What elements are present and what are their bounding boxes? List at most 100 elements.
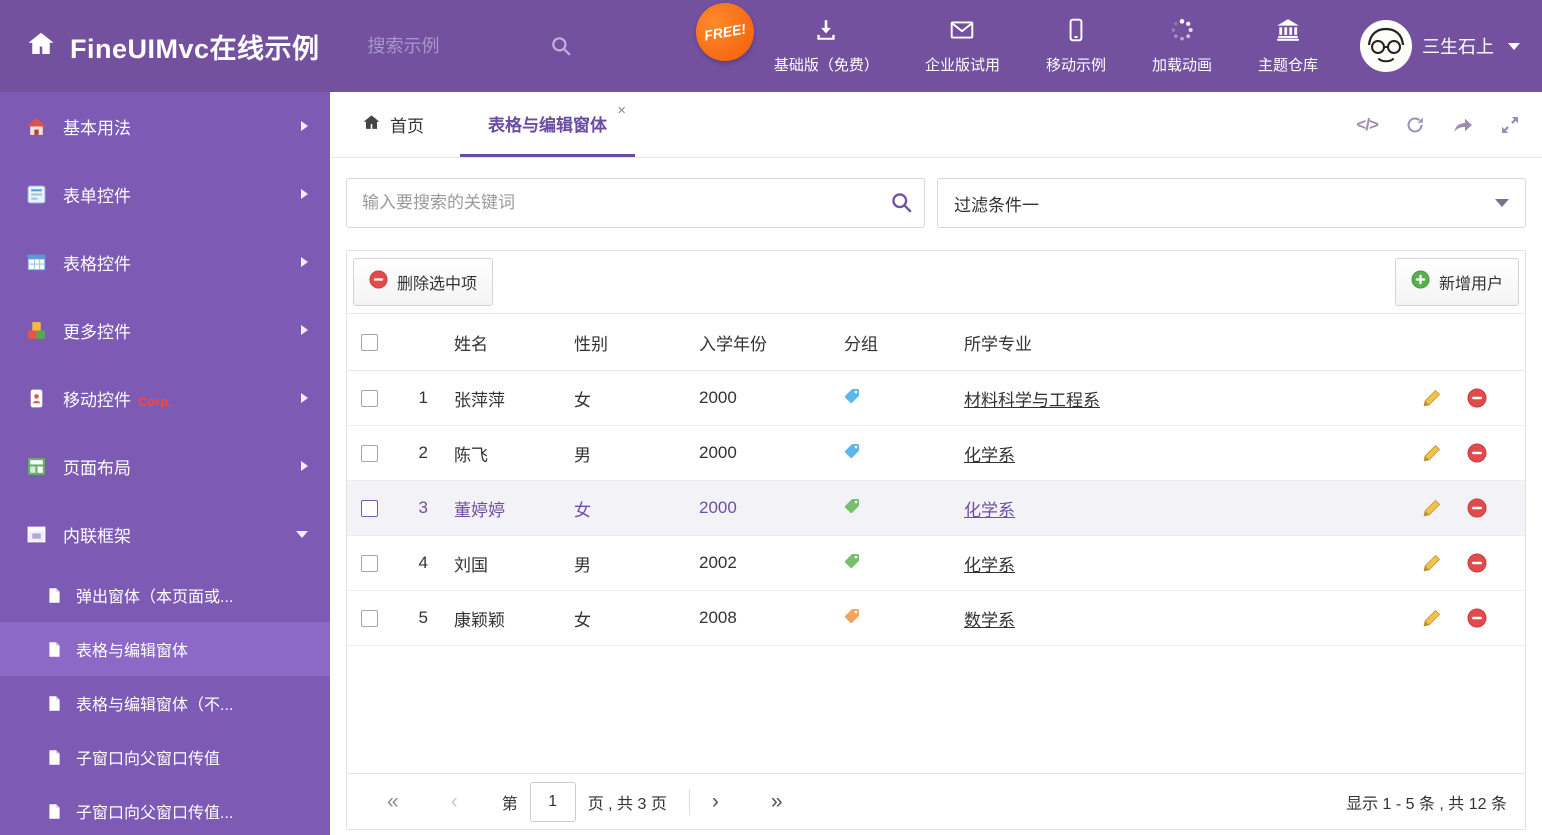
sidebar-item-page-layout[interactable]: 页面布局 — [0, 432, 330, 500]
delete-button[interactable] — [1467, 388, 1487, 408]
tag-icon — [844, 388, 859, 403]
avatar — [1360, 20, 1412, 72]
tab-home[interactable]: 首页 — [348, 92, 438, 157]
next-page-button[interactable]: › — [712, 791, 719, 812]
edit-button[interactable] — [1422, 389, 1441, 408]
major-link[interactable]: 化学系 — [964, 446, 1015, 465]
row-checkbox[interactable] — [361, 500, 378, 518]
open-new-window-icon[interactable] — [1452, 115, 1473, 135]
grid-empty-space — [347, 646, 1525, 773]
nav-label: 企业版试用 — [924, 57, 1000, 74]
pager-divider — [688, 788, 690, 815]
chevron-right-icon — [301, 189, 308, 199]
source-code-icon[interactable]: </> — [1356, 115, 1379, 135]
add-user-button[interactable]: 新增用户 — [1394, 258, 1519, 306]
chevron-right-icon — [301, 257, 308, 267]
nav-mobile-demo[interactable]: 移动示例 — [1046, 17, 1106, 75]
brand[interactable]: FineUIMvc在线示例 — [26, 27, 320, 66]
edit-button[interactable] — [1422, 609, 1441, 628]
search-icon[interactable] — [890, 191, 913, 214]
page-number-input[interactable] — [529, 781, 576, 822]
row-index: 2 — [418, 443, 428, 462]
sidebar-item-more-controls[interactable]: 更多控件 — [0, 296, 330, 364]
row-checkbox[interactable] — [361, 390, 378, 408]
header-search-input[interactable] — [367, 35, 508, 57]
chevron-right-icon — [301, 461, 308, 471]
row-index: 1 — [418, 388, 428, 407]
nav-enterprise-trial[interactable]: 企业版试用 — [925, 17, 1000, 75]
page-label-before: 第 — [501, 795, 518, 813]
delete-button[interactable] — [1467, 498, 1487, 518]
home-tab-icon — [362, 113, 381, 137]
tab-grid-edit-window[interactable]: 表格与编辑窗体 × — [460, 92, 635, 157]
sidebar-item-label: 内联框架 — [63, 526, 131, 546]
tab-label: 表格与编辑窗体 — [488, 115, 607, 135]
keyword-search-input[interactable] — [346, 178, 925, 228]
delete-button[interactable] — [1467, 608, 1487, 628]
select-all-checkbox[interactable] — [361, 334, 378, 352]
table-row[interactable]: 1 张萍萍 女 2000 材料科学与工程系 — [347, 371, 1525, 426]
row-checkbox[interactable] — [361, 555, 378, 573]
search-icon[interactable] — [550, 35, 572, 57]
row-checkbox[interactable] — [361, 610, 378, 628]
sidebar-item-basic-usage[interactable]: 基本用法 — [0, 92, 330, 160]
major-link[interactable]: 材料科学与工程系 — [964, 391, 1100, 410]
sidebar-item-grid-controls[interactable]: 表格控件 — [0, 228, 330, 296]
file-icon — [46, 749, 63, 766]
pagination-bar: « ‹ 第 页 , 共 3 页 › » 显示 1 - 5 条 , 共 12 条 — [347, 773, 1525, 829]
edit-button[interactable] — [1422, 499, 1441, 518]
name-cell: 张萍萍 — [454, 390, 505, 410]
row-checkbox[interactable] — [361, 445, 378, 463]
table-row[interactable]: 5 康颖颖 女 2008 数学系 — [347, 591, 1525, 646]
sidebar-subitem-child-to-parent[interactable]: 子窗口向父窗口传值 — [0, 730, 330, 784]
sidebar-item-mobile-controls[interactable]: 移动控件 Corp. — [0, 364, 330, 432]
last-page-button[interactable]: » — [771, 791, 783, 812]
sidebar-subitem-popup-window[interactable]: 弹出窗体（本页面或... — [0, 568, 330, 622]
refresh-icon[interactable] — [1405, 115, 1425, 135]
sidebar-subitem-label: 子窗口向父窗口传值... — [76, 805, 234, 822]
users-table: 姓名 性别 入学年份 分组 所学专业 1 张萍萍 女 2000 材料科学与工程系 — [347, 313, 1525, 646]
nav-theme-store[interactable]: 主题仓库 — [1258, 17, 1318, 75]
sidebar-subitem-label: 表格与编辑窗体 — [76, 643, 189, 660]
sidebar-subitem-grid-edit-window-2[interactable]: 表格与编辑窗体（不... — [0, 676, 330, 730]
prev-page-button[interactable]: ‹ — [451, 791, 458, 812]
sidebar-subitem-grid-edit-window[interactable]: 表格与编辑窗体 — [0, 622, 330, 676]
chevron-right-icon — [301, 325, 308, 335]
tag-icon — [844, 443, 859, 458]
sidebar-subitem-child-to-parent-2[interactable]: 子窗口向父窗口传值... — [0, 784, 330, 835]
sidebar-item-form-controls[interactable]: 表单控件 — [0, 160, 330, 228]
sidebar-item-iframe[interactable]: 内联框架 — [0, 500, 330, 568]
envelope-icon — [948, 17, 976, 47]
major-link[interactable]: 化学系 — [964, 501, 1015, 520]
major-link[interactable]: 数学系 — [964, 611, 1015, 630]
filter-dropdown[interactable]: 过滤条件一 — [937, 178, 1526, 228]
corp-badge: Corp. — [138, 393, 172, 409]
edit-button[interactable] — [1422, 554, 1441, 573]
table-row-selected[interactable]: 3 董婷婷 女 2000 化学系 — [347, 480, 1525, 536]
delete-button[interactable] — [1467, 553, 1487, 573]
user-menu[interactable]: 三生石上 — [1360, 20, 1520, 72]
chevron-down-icon — [296, 530, 308, 538]
delete-button[interactable] — [1467, 443, 1487, 463]
nav-basic-free[interactable]: FREE! 基础版（免费） — [691, 0, 879, 75]
file-icon — [46, 641, 63, 658]
table-row[interactable]: 2 陈飞 男 2000 化学系 — [347, 426, 1525, 481]
first-page-button[interactable]: « — [387, 791, 399, 812]
sidebar-subitem-label: 弹出窗体（本页面或... — [76, 589, 234, 606]
close-icon[interactable]: × — [617, 102, 626, 119]
nav-loading-animation[interactable]: 加载动画 — [1152, 17, 1212, 75]
expand-icon[interactable] — [1500, 115, 1520, 135]
home-icon — [26, 29, 56, 64]
grid-panel: 删除选中项 新增用户 姓名 性别 入学年份 分组 所学专业 1 张萍萍 女 20… — [346, 250, 1526, 830]
chevron-down-icon — [1508, 42, 1520, 50]
header-actions — [1375, 314, 1525, 371]
sidebar-item-label: 页面布局 — [63, 458, 131, 478]
major-link[interactable]: 化学系 — [964, 556, 1015, 575]
tag-icon — [844, 608, 859, 623]
delete-selected-button[interactable]: 删除选中项 — [353, 258, 494, 306]
edit-button[interactable] — [1422, 444, 1441, 463]
filter-row: 过滤条件一 — [346, 178, 1526, 228]
table-row[interactable]: 4 刘国 男 2002 化学系 — [347, 536, 1525, 591]
name-cell: 陈飞 — [454, 445, 488, 465]
keyword-search-box — [346, 178, 925, 228]
